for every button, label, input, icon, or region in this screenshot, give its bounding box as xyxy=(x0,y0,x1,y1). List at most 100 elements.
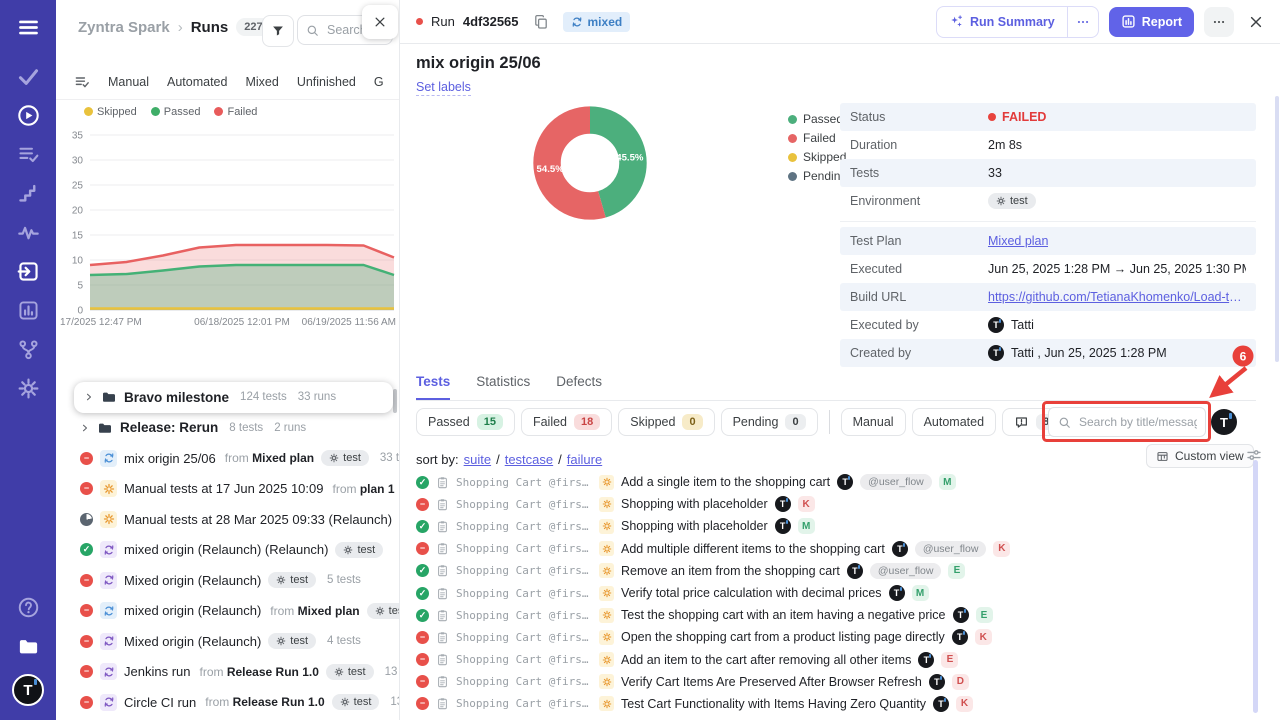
assignee-avatar[interactable]: T xyxy=(775,496,791,512)
tab-manual[interactable]: Manual xyxy=(108,75,149,89)
custom-view-button[interactable]: Custom view xyxy=(1146,444,1254,468)
tab-defects[interactable]: Defects xyxy=(556,374,602,400)
close-run-icon[interactable] xyxy=(1248,14,1264,30)
run-list-item[interactable]: Bravo milestone124 tests33 runs xyxy=(74,382,393,413)
sidebar-menu-icon[interactable] xyxy=(17,16,40,39)
tab-mixed[interactable]: Mixed xyxy=(245,75,278,89)
test-title[interactable]: Add an item to the cart after removing a… xyxy=(621,653,911,667)
copy-icon[interactable] xyxy=(533,14,549,30)
sidebar-exit-box-icon[interactable] xyxy=(17,260,40,283)
test-title[interactable]: Test the shopping cart with an item havi… xyxy=(621,608,946,622)
close-panel-button[interactable] xyxy=(362,5,398,39)
run-list-item[interactable]: Release: Rerun8 tests2 runs xyxy=(56,413,399,444)
tests-search[interactable] xyxy=(1048,407,1206,437)
test-row[interactable]: −Shopping Cart @first...Open the shoppin… xyxy=(416,626,1248,648)
test-suite-link[interactable]: Shopping Cart @first... xyxy=(456,675,592,688)
detail-link[interactable]: https://github.com/TetianaKhomenko/Load-… xyxy=(988,290,1246,304)
filter-skipped-button[interactable]: Skipped0 xyxy=(618,408,714,436)
sidebar-bar-chart-icon[interactable] xyxy=(17,299,40,322)
more-actions-button[interactable] xyxy=(1204,7,1234,37)
test-suite-link[interactable]: Shopping Cart @first... xyxy=(456,520,592,533)
assignee-avatar[interactable]: T xyxy=(952,629,968,645)
tab-g[interactable]: G xyxy=(374,75,384,89)
test-suite-link[interactable]: Shopping Cart @first... xyxy=(456,587,592,600)
test-title[interactable]: Add a single item to the shopping cart xyxy=(621,475,830,489)
run-list-item[interactable]: −Manual tests at 17 Jun 2025 10:09from p… xyxy=(56,474,399,505)
test-suite-link[interactable]: Shopping Cart @first... xyxy=(456,631,592,644)
page-scrollbar[interactable] xyxy=(1275,96,1279,362)
run-list-item[interactable]: −Mixed origin (Relaunch)test5 tests xyxy=(56,565,399,596)
assignee-avatar[interactable]: T xyxy=(889,585,905,601)
sidebar-pulse-icon[interactable] xyxy=(17,221,40,244)
test-row[interactable]: ✓Shopping Cart @first...Test the shoppin… xyxy=(416,604,1248,626)
filter-pending-button[interactable]: Pending0 xyxy=(721,408,818,436)
panel-scrollbar[interactable] xyxy=(393,389,397,413)
sidebar-check-icon[interactable] xyxy=(17,65,40,88)
assignee-avatar[interactable]: T xyxy=(929,674,945,690)
assignee-avatar[interactable]: T xyxy=(892,541,908,557)
test-title[interactable]: Open the shopping cart from a product li… xyxy=(621,630,945,644)
filter-failed-button[interactable]: Failed18 xyxy=(521,408,612,436)
test-row[interactable]: ✓Shopping Cart @first...Verify total pri… xyxy=(416,582,1248,604)
test-row[interactable]: −Shopping Cart @first...Test Cart Functi… xyxy=(416,693,1248,715)
test-title[interactable]: Shopping with placeholder xyxy=(621,519,768,533)
tab-statistics[interactable]: Statistics xyxy=(476,374,530,400)
test-title[interactable]: Verify total price calculation with deci… xyxy=(621,586,882,600)
test-suite-link[interactable]: Shopping Cart @first... xyxy=(456,609,592,622)
run-list-item[interactable]: −Mixed origin (Relaunch)test4 tests xyxy=(56,626,399,657)
test-row[interactable]: ✓Shopping Cart @first...Remove an item f… xyxy=(416,560,1248,582)
sidebar-gear-icon[interactable] xyxy=(17,377,40,400)
test-suite-link[interactable]: Shopping Cart @first... xyxy=(456,476,592,489)
run-list-item[interactable]: ✓mixed origin (Relaunch) (Relaunch)test xyxy=(56,535,399,566)
sidebar-steps-icon[interactable] xyxy=(17,182,40,205)
assignee-avatar[interactable]: T xyxy=(847,563,863,579)
assignee-avatar[interactable]: T xyxy=(837,474,853,490)
filter-button[interactable] xyxy=(262,15,294,47)
sidebar-user-avatar[interactable]: T xyxy=(12,674,44,706)
user-avatar[interactable]: T xyxy=(1211,409,1237,435)
test-suite-link[interactable]: Shopping Cart @first... xyxy=(456,697,592,710)
tab-automated[interactable]: Automated xyxy=(167,75,227,89)
test-suite-link[interactable]: Shopping Cart @first... xyxy=(456,653,592,666)
assignee-avatar[interactable]: T xyxy=(933,696,949,712)
test-suite-link[interactable]: Shopping Cart @first... xyxy=(456,542,592,555)
test-suite-link[interactable]: Shopping Cart @first... xyxy=(456,498,592,511)
test-row[interactable]: −Shopping Cart @first...Shopping with pl… xyxy=(416,493,1248,515)
filter-manual-button[interactable]: Manual xyxy=(841,408,906,436)
assignee-avatar[interactable]: T xyxy=(918,652,934,668)
run-board-icon[interactable] xyxy=(74,74,90,90)
sidebar-play-circle-icon[interactable] xyxy=(17,104,40,127)
sidebar-folder-icon[interactable] xyxy=(17,635,40,658)
sidebar-branch-icon[interactable] xyxy=(17,338,40,361)
assignee-avatar[interactable]: T xyxy=(775,518,791,534)
test-title[interactable]: Shopping with placeholder xyxy=(621,497,768,511)
run-list-item[interactable]: −mixed origin (Relaunch)from Mixed plant… xyxy=(56,596,399,627)
test-suite-link[interactable]: Shopping Cart @first... xyxy=(456,564,592,577)
sort-by-testcase[interactable]: testcase xyxy=(505,452,553,467)
tests-search-input[interactable] xyxy=(1077,414,1199,430)
run-summary-more-button[interactable] xyxy=(1068,7,1098,37)
sort-by-suite[interactable]: suite xyxy=(464,452,491,467)
test-row[interactable]: −Shopping Cart @first...Verify Cart Item… xyxy=(416,671,1248,693)
test-title[interactable]: Verify Cart Items Are Preserved After Br… xyxy=(621,675,922,689)
tab-unfinished[interactable]: Unfinished xyxy=(297,75,356,89)
sidebar-help-icon[interactable] xyxy=(17,596,40,619)
run-list-item[interactable]: −Circle CI runfrom Release Run 1.0test13… xyxy=(56,687,399,718)
test-title[interactable]: Add multiple different items to the shop… xyxy=(621,542,885,556)
sort-by-failure[interactable]: failure xyxy=(567,452,602,467)
report-button[interactable]: Report xyxy=(1109,7,1194,37)
test-row[interactable]: ✓Shopping Cart @first...Shopping with pl… xyxy=(416,515,1248,537)
set-labels-link[interactable]: Set labels xyxy=(416,80,471,96)
test-row[interactable]: ✓Shopping Cart @first...Add a single ite… xyxy=(416,471,1248,493)
run-summary-button[interactable]: Run Summary xyxy=(937,7,1067,37)
run-list-item[interactable]: −Jenkins runfrom Release Run 1.0test13 t… xyxy=(56,657,399,688)
test-row[interactable]: −Shopping Cart @first...Add an item to t… xyxy=(416,649,1248,671)
filter-automated-button[interactable]: Automated xyxy=(912,408,996,436)
test-title[interactable]: Test Cart Functionality with Items Havin… xyxy=(621,697,926,711)
assignee-avatar[interactable]: T xyxy=(953,607,969,623)
tests-scrollbar[interactable] xyxy=(1253,460,1258,713)
test-row[interactable]: −Shopping Cart @first...Add multiple dif… xyxy=(416,538,1248,560)
test-title[interactable]: Remove an item from the shopping cart xyxy=(621,564,840,578)
filter-passed-button[interactable]: Passed15 xyxy=(416,408,515,436)
detail-link[interactable]: Mixed plan xyxy=(988,234,1048,248)
